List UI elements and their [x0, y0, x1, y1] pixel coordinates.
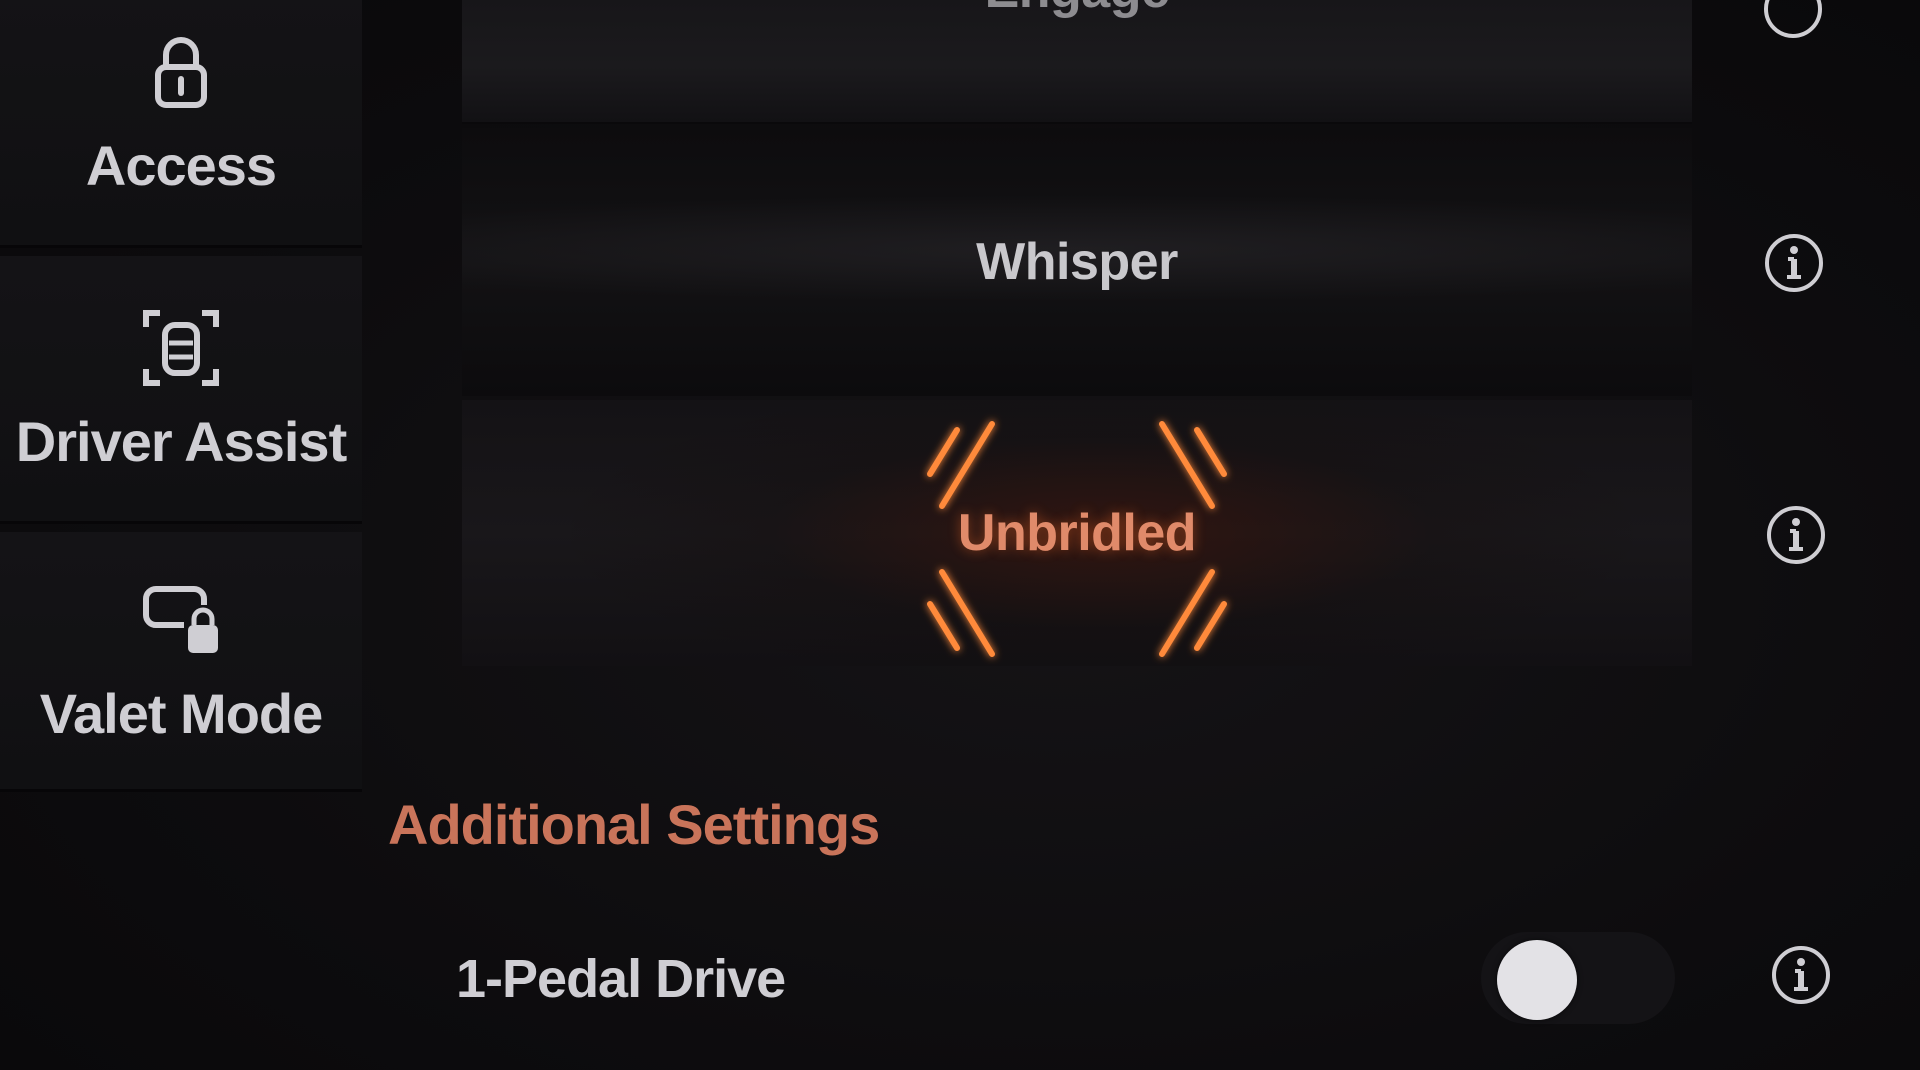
drive-mode-label: Whisper: [976, 233, 1178, 291]
drive-mode-label: Engage: [985, 0, 1170, 20]
info-icon[interactable]: [1765, 504, 1827, 566]
sidebar-item-label: Access: [85, 134, 277, 197]
lock-icon: [155, 37, 207, 108]
screen: Access Driver Assist Valet Mode Engage: [0, 0, 1920, 1070]
info-icon[interactable]: [1762, 0, 1824, 40]
sidebar-item-valet-mode[interactable]: Valet Mode: [0, 532, 362, 792]
one-pedal-drive-toggle[interactable]: [1481, 932, 1675, 1024]
info-icon[interactable]: [1770, 944, 1832, 1006]
sidebar: Access Driver Assist Valet Mode: [0, 0, 362, 1070]
drive-mode-label: Unbridled: [957, 504, 1197, 562]
sidebar-item-access[interactable]: Access: [0, 0, 362, 248]
info-icon[interactable]: [1763, 232, 1825, 294]
sidebar-item-driver-assist[interactable]: Driver Assist: [0, 256, 362, 524]
sidebar-item-label: Driver Assist: [15, 410, 347, 473]
drive-mode-whisper[interactable]: Whisper: [462, 128, 1692, 396]
car-sensor-icon: [143, 310, 219, 386]
section-title-additional-settings: Additional Settings: [388, 793, 880, 856]
valet-lock-icon: [143, 586, 218, 653]
drive-mode-engage[interactable]: Engage: [462, 0, 1692, 124]
drive-mode-unbridled[interactable]: Unbridled: [462, 400, 1692, 666]
setting-row-1-pedal-drive: 1-Pedal Drive: [456, 930, 1876, 1030]
toggle-knob: [1497, 940, 1577, 1020]
setting-label: 1-Pedal Drive: [456, 949, 786, 1009]
sidebar-item-label: Valet Mode: [39, 682, 324, 745]
